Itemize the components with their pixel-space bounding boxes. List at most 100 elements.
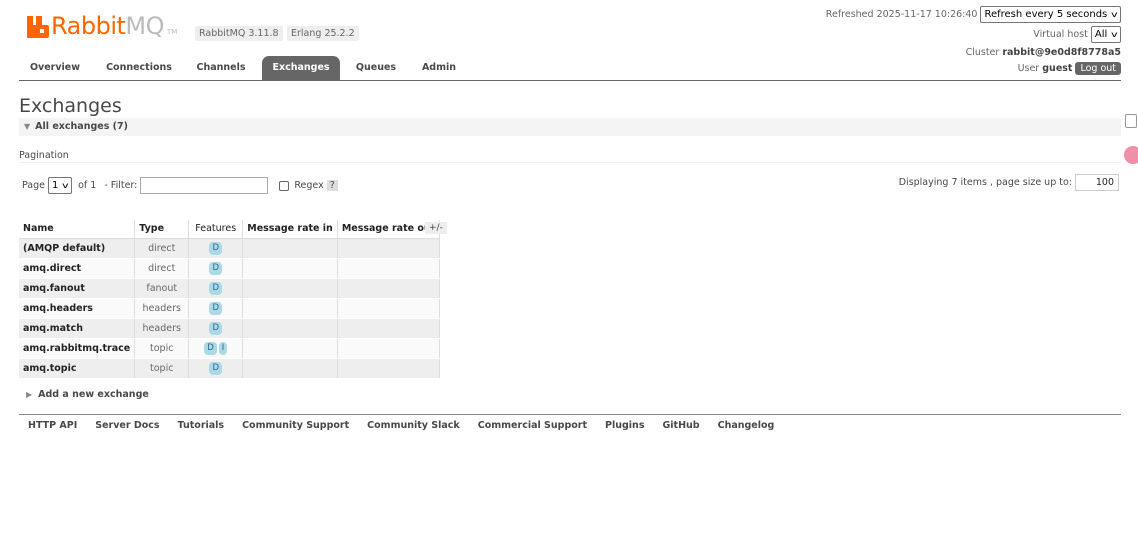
message-rate-out [337, 358, 441, 379]
display-info: Displaying 7 items , page size up to: 10… [899, 174, 1119, 191]
message-rate-in [242, 238, 338, 259]
refreshed-timestamp: Refreshed 2025-11-17 10:26:40 [825, 8, 978, 20]
assistant-bubble-icon[interactable] [1124, 146, 1138, 164]
exchange-name-link[interactable]: amq.rabbitmq.trace [19, 338, 136, 359]
footer-link[interactable]: Community Support [242, 420, 349, 431]
message-rate-out [337, 298, 441, 319]
page-select[interactable]: 1v [48, 177, 73, 194]
displaying-count: Displaying 7 items , page size up to: [898, 177, 1072, 188]
triangle-down-icon: ▼ [24, 122, 31, 131]
exchange-features: D [188, 358, 244, 379]
exchange-features: D [188, 298, 244, 319]
feature-tag: I [218, 341, 228, 355]
pagination-controls: Page 1v of 1 - Filter: Regex ? [22, 176, 338, 195]
pagination-label: Pagination [19, 150, 69, 161]
feature-tag: D [209, 241, 222, 255]
logo-trademark: TM [167, 28, 178, 36]
rabbitmq-version-badge: RabbitMQ 3.11.8 [195, 26, 283, 41]
message-rate-out [337, 278, 441, 299]
table-row: amq.rabbitmq.trace topic D I [19, 338, 441, 359]
page-size-input[interactable]: 100 [1075, 174, 1119, 191]
message-rate-in [242, 258, 338, 279]
tab-admin[interactable]: Admin [413, 56, 465, 80]
exchange-features: D [188, 238, 244, 259]
filter-input[interactable] [140, 177, 269, 194]
col-header-features: Features [188, 220, 244, 239]
tab-exchanges[interactable]: Exchanges [262, 56, 340, 80]
feature-tag: D [209, 261, 222, 275]
virtual-host-label: Virtual host [1033, 28, 1088, 40]
exchange-features: D [188, 278, 244, 299]
virtual-host-select[interactable]: All v [1090, 25, 1121, 43]
add-exchange-toggle[interactable]: ▶ Add a new exchange [26, 389, 149, 400]
regex-help-icon[interactable]: ? [326, 180, 338, 191]
erlang-version-badge: Erlang 25.2.2 [287, 26, 359, 41]
exchange-name-link[interactable]: amq.match [19, 318, 136, 339]
refresh-interval-select[interactable]: Refresh every 5 seconds v [980, 5, 1121, 23]
rabbitmq-logo[interactable]: Rabbit MQ TM [27, 12, 177, 38]
message-rate-in [242, 318, 338, 339]
table-row: amq.topic topic D [19, 358, 441, 379]
page-count: of 1 [78, 180, 97, 191]
message-rate-out [337, 318, 441, 339]
table-row: amq.match headers D [19, 318, 441, 339]
refresh-interval-value: Refresh every 5 seconds [984, 8, 1108, 20]
footer-link[interactable]: Changelog [718, 420, 775, 431]
footer-links: HTTP API Server Docs Tutorials Community Su… [28, 420, 774, 431]
footer-link[interactable]: HTTP API [28, 420, 77, 431]
tab-queues[interactable]: Queues [349, 56, 403, 80]
footer-divider [19, 414, 1121, 415]
virtual-host-value: All [1094, 28, 1108, 40]
tab-channels[interactable]: Channels [189, 56, 253, 80]
page-select-value: 1 [52, 180, 59, 191]
regex-checkbox[interactable] [279, 180, 290, 191]
app-grid-icon[interactable] [1125, 114, 1137, 128]
footer-link[interactable]: Tutorials [178, 420, 225, 431]
footer-link[interactable]: Plugins [605, 420, 644, 431]
exchange-type: headers [134, 318, 190, 339]
footer-link[interactable]: Server Docs [95, 420, 159, 431]
chevron-down-icon: v [1111, 9, 1118, 19]
exchange-type: direct [134, 258, 190, 279]
exchange-name-link[interactable]: amq.direct [19, 258, 136, 279]
message-rate-in [242, 278, 338, 299]
footer-link[interactable]: Commercial Support [478, 420, 587, 431]
tab-overview[interactable]: Overview [19, 56, 91, 80]
col-header-type[interactable]: Type [134, 220, 190, 239]
footer-link[interactable]: Community Slack [367, 420, 460, 431]
exchange-features: DI [188, 338, 244, 359]
add-exchange-label: Add a new exchange [38, 389, 149, 400]
page-label: Page [22, 180, 45, 191]
column-toggle-button[interactable]: +/- [425, 222, 447, 234]
message-rate-in [242, 338, 338, 359]
col-header-rate-in[interactable]: Message rate in [242, 220, 338, 239]
exchange-type: topic [134, 338, 190, 359]
exchange-name-link[interactable]: (AMQP default) [19, 238, 136, 259]
exchange-name-link[interactable]: amq.headers [19, 298, 136, 319]
logo-text-rabbit: Rabbit [51, 12, 126, 40]
col-header-name[interactable]: Name [19, 220, 136, 239]
feature-tag: D [209, 321, 222, 335]
message-rate-out [337, 238, 441, 259]
exchange-name-link[interactable]: amq.fanout [19, 278, 136, 299]
feature-tag: D [209, 361, 222, 375]
message-rate-out [337, 258, 441, 279]
page-title: Exchanges [19, 95, 122, 117]
chevron-down-icon: v [1111, 29, 1118, 39]
all-exchanges-section-toggle[interactable]: ▼ All exchanges (7) [19, 118, 1121, 136]
rabbit-logo-icon [27, 16, 49, 38]
exchange-name-link[interactable]: amq.topic [19, 358, 136, 379]
main-nav-tabs: Overview Connections Channels Exchanges … [19, 56, 1121, 81]
filter-label: - Filter: [104, 180, 138, 191]
feature-tag: D [204, 341, 217, 355]
exchange-type: fanout [134, 278, 190, 299]
regex-label: Regex [294, 180, 324, 191]
table-row: (AMQP default) direct D [19, 238, 441, 259]
table-row: amq.fanout fanout D [19, 278, 441, 299]
exchange-type: direct [134, 238, 190, 259]
message-rate-in [242, 358, 338, 379]
tab-connections[interactable]: Connections [99, 56, 179, 80]
message-rate-out [337, 338, 441, 359]
footer-link[interactable]: GitHub [662, 420, 699, 431]
section-title: All exchanges (7) [35, 121, 128, 132]
